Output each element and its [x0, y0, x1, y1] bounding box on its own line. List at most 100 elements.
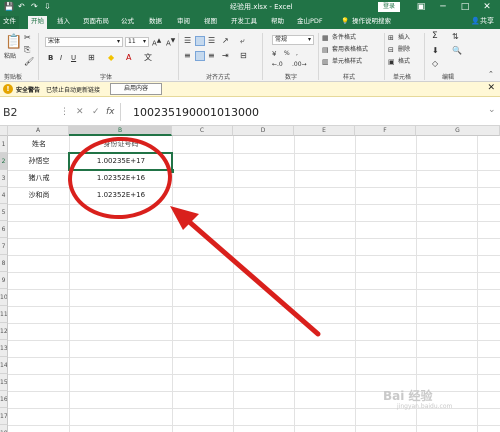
paste-button[interactable]: 粘贴: [4, 52, 16, 61]
insert-function-icon[interactable]: fx: [106, 107, 115, 117]
save-icon[interactable]: 💾: [4, 2, 14, 12]
delete-icon: ⊟: [388, 46, 394, 54]
cancel-icon[interactable]: ✕: [76, 107, 84, 117]
delete-button[interactable]: 删除: [398, 45, 410, 54]
align-right-icon[interactable]: ≡: [208, 51, 215, 61]
undo-icon[interactable]: ↶: [18, 2, 25, 12]
conditional-format-button[interactable]: 条件格式: [332, 33, 356, 42]
enable-content-button[interactable]: 启用内容: [110, 83, 162, 95]
insert-button[interactable]: 插入: [398, 33, 410, 42]
format-painter-icon[interactable]: 🖌: [24, 57, 34, 67]
border-icon[interactable]: ⊞: [88, 53, 95, 63]
tab-home[interactable]: 开始: [28, 16, 47, 29]
wrap-text-icon[interactable]: ⤶: [240, 36, 244, 46]
orientation-icon[interactable]: ↗: [222, 36, 229, 46]
copy-icon[interactable]: ⎘: [24, 45, 30, 55]
font-name-select[interactable]: 宋体 ▾: [45, 37, 123, 47]
customize-quick-access-icon[interactable]: ⇩: [44, 2, 51, 12]
minimize-button[interactable]: ─: [436, 1, 450, 13]
baidu-watermark: Bai 经验 jingyan.baidu.com: [383, 389, 453, 410]
clear-icon[interactable]: ◇: [432, 59, 438, 69]
sort-filter-icon[interactable]: ⇅: [452, 32, 459, 42]
tell-me-search[interactable]: 操作说明搜索: [349, 16, 394, 29]
redo-icon[interactable]: ↷: [31, 2, 38, 12]
format-as-table-button[interactable]: 套用表格格式: [332, 45, 368, 54]
share-button[interactable]: 👤共享: [471, 16, 494, 26]
fill-color-icon[interactable]: ◆: [108, 53, 114, 63]
tab-insert[interactable]: 插入: [54, 16, 73, 29]
number-group-label: 数字: [285, 74, 298, 81]
shrink-font-icon[interactable]: A▼: [166, 37, 175, 48]
formula-input[interactable]: 100235190001013000: [133, 106, 259, 119]
red-arrow-shaft: [183, 216, 321, 337]
ribbon-display-icon[interactable]: ▣: [414, 1, 428, 13]
align-left-icon[interactable]: ≡: [184, 51, 191, 61]
tab-file[interactable]: 文件: [0, 16, 19, 29]
number-format-select[interactable]: 常规 ▾: [272, 35, 314, 45]
insert-icon: ⊞: [388, 34, 394, 42]
italic-button[interactable]: I: [60, 54, 62, 63]
align-bottom-icon[interactable]: ☰: [208, 36, 215, 46]
bold-button[interactable]: B: [48, 54, 53, 63]
font-size-select[interactable]: 11 ▾: [125, 37, 149, 47]
tab-review[interactable]: 审阅: [174, 16, 193, 29]
cut-icon[interactable]: ✂: [24, 33, 31, 43]
editing-group-label: 编辑: [442, 74, 455, 81]
name-box-dropdown-icon[interactable]: ⋮: [60, 107, 69, 117]
increase-decimal-icon[interactable]: ←.0: [272, 60, 283, 70]
divider: [384, 33, 385, 80]
divider: [38, 33, 39, 80]
enter-icon[interactable]: ✓: [92, 107, 100, 117]
warning-icon: !: [3, 84, 13, 94]
divider: [178, 33, 179, 80]
ribbon-tabs: 文件 开始 插入 页面布局 公式 数据 审阅 视图 开发工具 帮助 金山PDF …: [0, 14, 500, 29]
tab-help[interactable]: 帮助: [268, 16, 287, 29]
align-center-icon[interactable]: [195, 51, 205, 61]
indent-icon[interactable]: ⇥: [222, 51, 229, 61]
currency-icon[interactable]: ¥: [272, 49, 276, 59]
align-middle-icon[interactable]: [195, 36, 205, 46]
login-button[interactable]: 登录: [378, 2, 400, 12]
conditional-format-icon: ▦: [322, 34, 329, 42]
tab-view[interactable]: 视图: [201, 16, 220, 29]
tab-kingsoft-pdf[interactable]: 金山PDF: [294, 16, 326, 29]
fill-icon[interactable]: ⬇: [432, 46, 439, 56]
close-button[interactable]: ✕: [480, 1, 494, 13]
styles-group-label: 样式: [343, 74, 356, 81]
divider: [120, 103, 121, 121]
divider: [262, 33, 263, 80]
tab-data[interactable]: 数据: [146, 16, 165, 29]
close-icon[interactable]: ✕: [487, 83, 495, 93]
format-icon: ▣: [388, 58, 395, 66]
name-box[interactable]: B2: [0, 105, 56, 120]
expand-formula-bar-icon[interactable]: ⌄: [488, 105, 496, 115]
watermark-url: jingyan.baidu.com: [397, 403, 453, 410]
restore-button[interactable]: □: [458, 1, 472, 13]
find-select-icon[interactable]: 🔍: [452, 46, 462, 56]
format-button[interactable]: 格式: [398, 57, 410, 66]
autosum-button[interactable]: Σ: [432, 32, 438, 41]
cell-styles-button[interactable]: 单元格样式: [332, 57, 362, 66]
collapse-ribbon-icon[interactable]: ⌃: [488, 69, 494, 79]
merge-center-icon[interactable]: ⊟: [240, 51, 247, 61]
chevron-down-icon: ▾: [116, 38, 120, 45]
security-warning-message: 已禁止自动更新链接: [46, 87, 101, 94]
font-color-icon[interactable]: A: [126, 53, 131, 63]
tab-page-layout[interactable]: 页面布局: [80, 16, 112, 29]
tab-developer[interactable]: 开发工具: [228, 16, 260, 29]
align-top-icon[interactable]: ☰: [184, 36, 191, 46]
underline-button[interactable]: U: [71, 54, 76, 63]
percent-button[interactable]: %: [284, 49, 290, 58]
comma-button[interactable]: ,: [296, 49, 298, 58]
tab-formulas[interactable]: 公式: [118, 16, 137, 29]
grow-font-icon[interactable]: A▲: [152, 37, 161, 48]
security-warning-title: 安全警告: [16, 87, 41, 94]
clipboard-group-label: 剪贴板: [4, 74, 23, 81]
table-format-icon: ▤: [322, 46, 329, 54]
ribbon: 📋 粘贴 ✂ ⎘ 🖌 剪贴板 宋体 ▾ 11 ▾ A▲ A▼ B I U ⊞ ◆ A…: [0, 29, 500, 82]
decrease-decimal-icon[interactable]: .00→: [292, 60, 307, 70]
paste-icon[interactable]: 📋: [5, 34, 22, 50]
divider: [424, 33, 425, 80]
phonetic-icon[interactable]: 文: [144, 53, 152, 63]
red-circle-annotation: [68, 136, 172, 220]
